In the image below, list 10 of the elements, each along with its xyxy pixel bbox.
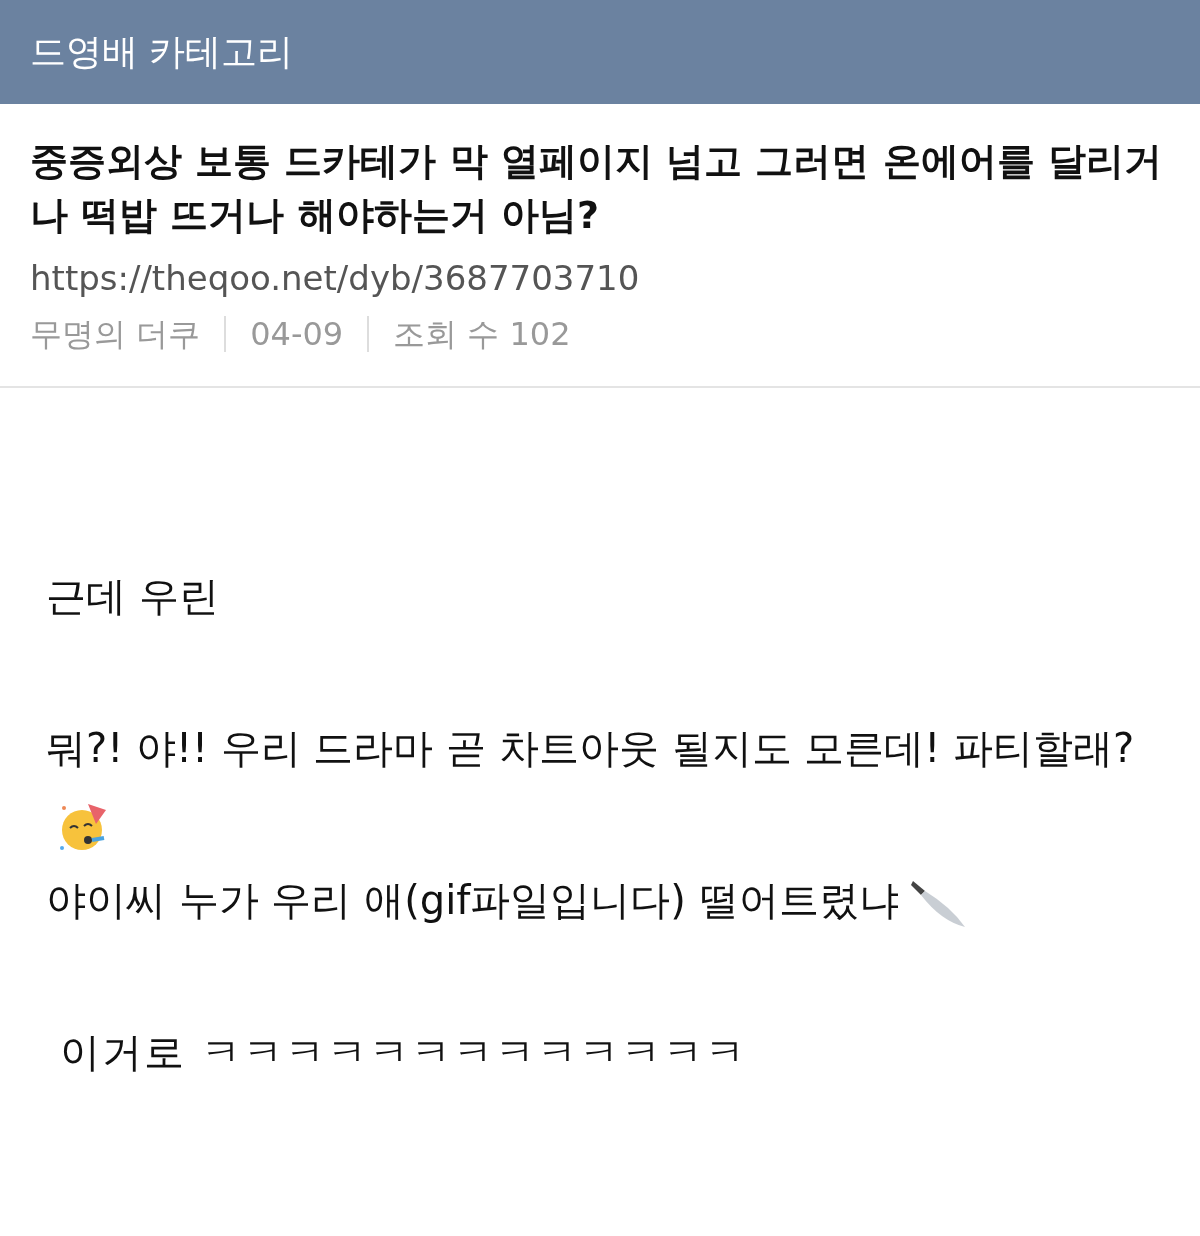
body-text: 뭐?! 야!! 우리 드라마 곧 차트아웃 될지도 모른데! 파티할래? (46, 725, 1135, 771)
body-text: 이거로 ㅋㅋㅋㅋㅋㅋㅋㅋㅋㅋㅋㅋㅋ (60, 1029, 747, 1075)
body-text: 근데 우린 (46, 573, 219, 619)
post-meta: 무명의 더쿠 (30, 314, 201, 355)
post-title: 중증외상 보통 드카테가 막 열페이지 넘고 그러면 온에어를 달리거나 떡밥 뜨거나 해야하는거 아님? (30, 138, 1163, 239)
post-meta: 조회 수 102 (393, 314, 571, 355)
category-title: 드영배 카테고리 (30, 30, 294, 74)
body-text: 야이씨 누가 우리 애(gif파일입니다) 떨어트렸냐 (46, 877, 899, 923)
post-meta: 04-09 (250, 314, 344, 355)
post-url[interactable]: https://theqoo.net/dyb/3687703710 (30, 254, 1170, 302)
